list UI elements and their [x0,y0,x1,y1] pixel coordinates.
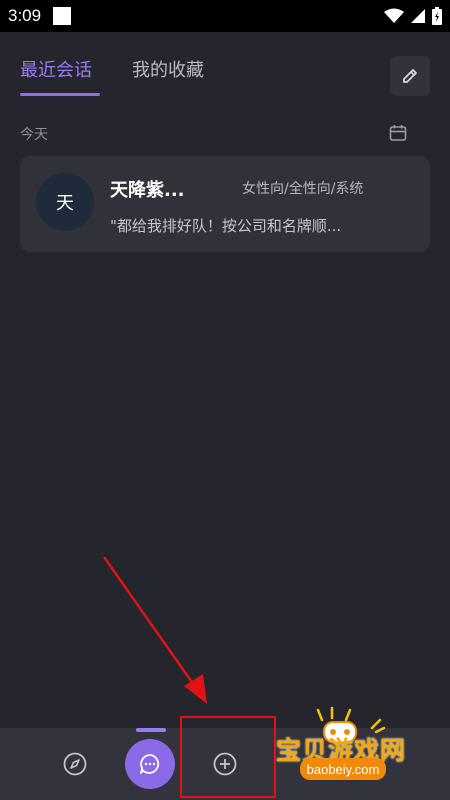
annotation-highlight-box [180,716,276,798]
watermark-domain: baobeiy.com [300,758,386,780]
annotation-arrow [102,556,207,704]
